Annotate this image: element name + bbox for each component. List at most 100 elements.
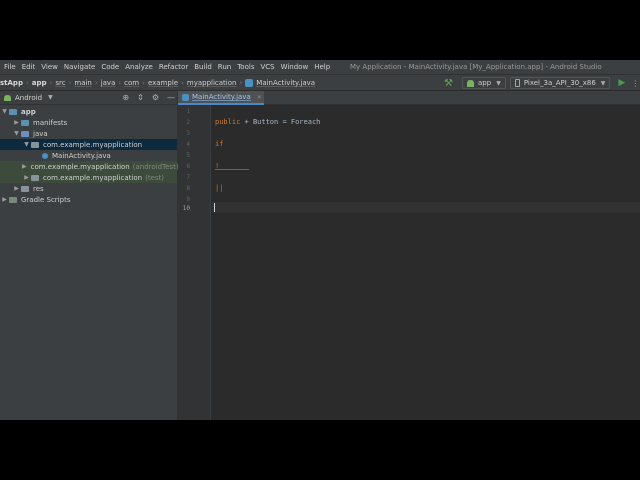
editor-tab-bar: MainActivity.java ✕: [178, 91, 640, 105]
menu-view[interactable]: View: [38, 63, 61, 71]
text-cursor: [214, 203, 215, 212]
java-file-icon: [245, 79, 254, 87]
collapse-all-icon[interactable]: ⇕: [137, 93, 144, 102]
phone-icon: [514, 79, 520, 87]
code-keyword-public: public: [215, 118, 241, 126]
breadcrumb-separator: ›: [142, 79, 145, 87]
tree-item-suffix: (androidTest): [132, 162, 179, 171]
package-icon: [31, 141, 39, 148]
run-icon[interactable]: ▶: [618, 78, 625, 88]
code-area[interactable]: public + Button = Foreach if ! ||: [212, 105, 640, 420]
menu-edit[interactable]: Edit: [19, 63, 39, 71]
project-view-label: Android: [15, 93, 43, 102]
java-file-icon: [182, 93, 189, 101]
device-label: Pixel_3a_API_30_x86: [523, 79, 596, 87]
tree-item-label: manifests: [33, 118, 68, 127]
tree-item-package-test[interactable]: ▶ com.example.myapplication (test): [0, 172, 177, 183]
tree-item-mainactivity[interactable]: MainActivity.java: [0, 150, 177, 161]
code-editor: MainActivity.java ✕ 1 2 3 4 5 6 7 8 9 10…: [178, 91, 640, 420]
line-number: 4: [186, 141, 190, 148]
menu-vcs[interactable]: VCS: [257, 63, 277, 71]
expand-arrow-icon[interactable]: ▼: [12, 130, 21, 137]
breadcrumb-mainactivity[interactable]: MainActivity.java: [256, 79, 315, 87]
code-line-8: ||: [215, 184, 224, 192]
code-line-4: if: [215, 140, 224, 148]
menu-file[interactable]: File: [0, 63, 19, 71]
letterbox-top: [0, 0, 640, 60]
tree-item-suffix: (test): [145, 173, 165, 182]
tree-item-package-androidtest[interactable]: ▶ com.example.myapplication (androidTest…: [0, 161, 179, 172]
letterbox-bottom: [0, 420, 640, 480]
project-tree: ▼ app ▶ manifests ▼ java ▼ com.example.m…: [0, 106, 179, 205]
code-text: + Button = Foreach: [240, 118, 321, 126]
menu-refactor[interactable]: Refactor: [156, 63, 191, 71]
collapse-arrow-icon[interactable]: ▶: [0, 196, 9, 203]
menu-help[interactable]: Help: [311, 63, 333, 71]
tree-item-label: com.example.myapplication: [30, 162, 130, 171]
tree-item-java[interactable]: ▼ java: [0, 128, 177, 139]
breadcrumb-main[interactable]: main: [74, 79, 92, 87]
gear-icon[interactable]: ⚙: [152, 93, 159, 102]
collapse-arrow-icon[interactable]: ▶: [22, 174, 31, 181]
breadcrumb-example[interactable]: example: [148, 79, 178, 87]
tab-label: MainActivity.java: [192, 93, 251, 101]
menu-window[interactable]: Window: [278, 63, 312, 71]
tree-item-res[interactable]: ▶ res: [0, 183, 177, 194]
menu-code[interactable]: Code: [98, 63, 122, 71]
current-line-highlight: [212, 202, 640, 213]
line-number: 7: [186, 174, 190, 181]
make-project-hammer-icon[interactable]: ⚒: [444, 78, 458, 89]
breadcrumb-src[interactable]: src: [55, 79, 65, 87]
expand-arrow-icon[interactable]: ▼: [22, 141, 31, 148]
tree-item-manifests[interactable]: ▶ manifests: [0, 117, 177, 128]
line-number-gutter: 1 2 3 4 5 6 7 8 9 10: [178, 105, 211, 420]
collapse-arrow-icon[interactable]: ▶: [22, 163, 27, 170]
java-class-icon: [42, 152, 48, 159]
run-configuration-label: app: [478, 79, 492, 87]
menu-tools[interactable]: Tools: [234, 63, 257, 71]
chevron-down-icon: ▼: [496, 79, 501, 87]
more-actions-icon[interactable]: ⋮: [631, 79, 639, 88]
folder-icon: [21, 119, 29, 126]
project-panel-header: Android ▼ ⊕ ⇕ ⚙ —: [0, 91, 177, 105]
menu-build[interactable]: Build: [191, 63, 215, 71]
error-underline: [215, 169, 249, 170]
line-number: 2: [186, 119, 190, 126]
package-icon: [31, 174, 39, 181]
chevron-down-icon: ▼: [600, 79, 606, 87]
gradle-icon: [9, 196, 17, 203]
device-select[interactable]: Pixel_3a_API_30_x86 ▼: [509, 77, 611, 89]
code-line-2: public + Button = Foreach: [215, 118, 320, 126]
tree-item-app[interactable]: ▼ app: [0, 106, 177, 117]
breadcrumb-myapplication[interactable]: myapplication: [187, 79, 237, 87]
breadcrumb-separator: ›: [25, 79, 29, 87]
tree-item-label: java: [33, 129, 48, 138]
project-view-select[interactable]: Android ▼: [0, 94, 53, 102]
collapse-arrow-icon[interactable]: ▶: [12, 185, 21, 192]
source-folder-icon: [21, 130, 29, 137]
breadcrumb-com[interactable]: com: [124, 79, 139, 87]
breadcrumb-separator: ›: [68, 79, 72, 87]
tree-item-label: Gradle Scripts: [21, 195, 71, 204]
tree-item-label: com.example.myapplication: [43, 140, 143, 149]
breadcrumb-project[interactable]: stApp: [0, 79, 23, 87]
collapse-arrow-icon[interactable]: ▶: [12, 119, 21, 126]
menu-navigate[interactable]: Navigate: [61, 63, 98, 71]
project-panel-tools: ⊕ ⇕ ⚙ —: [122, 93, 175, 102]
locate-target-icon[interactable]: ⊕: [122, 93, 129, 102]
breadcrumb-app[interactable]: app: [32, 79, 47, 87]
breadcrumb: stApp › app › src › main › java › com › …: [0, 79, 315, 87]
line-number: 9: [186, 196, 190, 203]
run-configuration-select[interactable]: app ▼: [462, 77, 506, 89]
menu-analyze[interactable]: Analyze: [122, 63, 156, 71]
hide-panel-icon[interactable]: —: [167, 93, 175, 102]
menu-run[interactable]: Run: [215, 63, 234, 71]
tab-mainactivity[interactable]: MainActivity.java ✕: [178, 91, 264, 105]
close-icon[interactable]: ✕: [257, 94, 262, 101]
tree-item-package-main[interactable]: ▼ com.example.myapplication: [0, 139, 177, 150]
breadcrumb-java[interactable]: java: [101, 79, 116, 87]
expand-arrow-icon[interactable]: ▼: [0, 108, 9, 115]
line-number: 3: [186, 130, 190, 137]
tree-item-label: res: [33, 184, 44, 193]
tree-item-gradle-scripts[interactable]: ▶ Gradle Scripts: [0, 194, 177, 205]
